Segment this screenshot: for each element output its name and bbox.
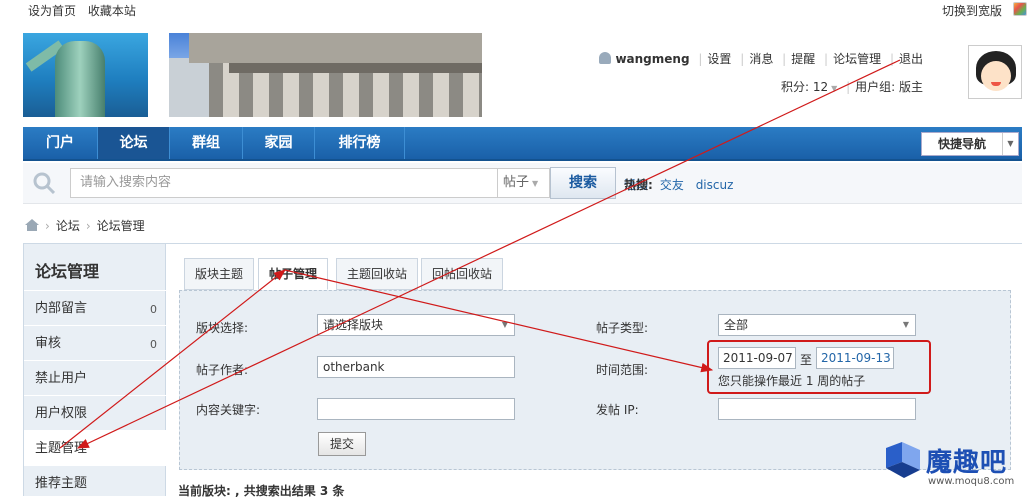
banner-liberty-image [23, 33, 148, 117]
logout-link[interactable]: 退出 [899, 52, 923, 66]
sidebar-item-review[interactable]: 审核 0 [24, 325, 166, 360]
tab-reply-recycle[interactable]: 回帖回收站 [421, 258, 504, 290]
sidebar-item-internal-messages[interactable]: 内部留言 0 [24, 290, 166, 325]
time-range-label: 时间范围: [596, 363, 649, 377]
top-bar: 设为首页 收藏本站 切换到宽版 [0, 0, 1033, 22]
switch-width-link[interactable]: 切换到宽版 [942, 4, 1002, 18]
quick-nav-button[interactable]: 快捷导航 ▼ [921, 132, 1019, 156]
nav-home[interactable]: 家园 [243, 127, 315, 159]
user-info: wangmeng | 设置 | 消息 | 提醒 | 论坛管理 | 退出 积分: 12 ▼ |… [599, 50, 923, 94]
settings-link[interactable]: 设置 [707, 52, 731, 66]
hot-search-label: 热搜: [624, 178, 653, 192]
nav-portal[interactable]: 门户 [23, 127, 98, 159]
search-type-select[interactable]: 帖子 ▼ [498, 168, 550, 198]
watermark-text: 魔趣吧 [926, 448, 1008, 478]
home-icon[interactable] [25, 219, 39, 231]
user-icon [599, 52, 612, 64]
admin-sidebar: 论坛管理 内部留言 0 审核 0 禁止用户 用户权限 主题管理 推荐主题 [23, 243, 166, 496]
post-type-label: 帖子类型: [596, 321, 649, 335]
cube-logo-icon [886, 442, 920, 478]
sidebar-item-user-permissions[interactable]: 用户权限 [24, 395, 166, 430]
search-type-value: 帖子 [503, 175, 530, 190]
hot-keyword[interactable]: 交友 [660, 178, 684, 192]
search-button[interactable]: 搜索 [550, 167, 616, 199]
tab-thread-recycle[interactable]: 主题回收站 [336, 258, 419, 290]
ip-label: 发帖 IP: [596, 403, 639, 417]
style-switch-icon[interactable] [1013, 2, 1027, 16]
ip-input[interactable] [718, 398, 916, 420]
quick-nav-label: 快捷导航 [937, 137, 986, 151]
forum-select[interactable]: 请选择版块 ▼ [317, 314, 515, 336]
user-group-label: 用户组: 版主 [855, 80, 923, 94]
messages-link[interactable]: 消息 [749, 52, 773, 66]
author-input[interactable]: otherbank [317, 356, 515, 378]
set-home-link[interactable]: 设为首页 [28, 4, 76, 18]
sidebar-item-thread-management[interactable]: 主题管理 [24, 430, 166, 465]
breadcrumb: › 论坛 › 论坛管理 [25, 217, 145, 234]
search-bar: 请输入搜索内容 帖子 ▼ 搜索 热搜: 活动 交友 discuz [23, 163, 1022, 204]
banner-building-image [169, 33, 482, 117]
bookmark-link[interactable]: 收藏本站 [88, 4, 136, 18]
result-summary: 当前版块: , 共搜索出结果 3 条 [178, 484, 345, 498]
breadcrumb-forum-admin[interactable]: 论坛管理 [97, 219, 145, 233]
sidebar-item-recommend-threads[interactable]: 推荐主题 [24, 465, 166, 500]
search-input[interactable]: 请输入搜索内容 [70, 168, 498, 198]
points-menu[interactable]: 积分: 12 [781, 80, 828, 94]
tab-forum-threads[interactable]: 版块主题 [184, 258, 255, 290]
forum-select-label: 版块选择: [196, 321, 249, 335]
chevron-down-icon: ▼ [1002, 133, 1018, 155]
post-type-select[interactable]: 全部 ▼ [718, 314, 916, 336]
notices-link[interactable]: 提醒 [791, 52, 815, 66]
tab-post-management[interactable]: 帖子管理 [258, 258, 329, 290]
username-link[interactable]: wangmeng [615, 52, 689, 66]
hot-search: 热搜: 活动 交友 discuz [624, 176, 741, 193]
keyword-label: 内容关键字: [196, 403, 261, 417]
annotation-highlight-box [707, 340, 931, 394]
sidebar-item-ban-user[interactable]: 禁止用户 [24, 360, 166, 395]
keyword-input[interactable] [317, 398, 515, 420]
watermark-logo: 魔趣吧 www.moqu8.com [880, 440, 1028, 492]
nav-forum[interactable]: 论坛 [98, 127, 170, 159]
chevron-down-icon: ▼ [831, 84, 838, 93]
nav-group[interactable]: 群组 [170, 127, 243, 159]
avatar[interactable] [968, 45, 1022, 99]
breadcrumb-forum[interactable]: 论坛 [56, 219, 80, 233]
author-label: 帖子作者: [196, 363, 249, 377]
sidebar-title: 论坛管理 [35, 262, 100, 281]
search-icon [33, 172, 55, 194]
hot-keyword[interactable]: discuz [696, 178, 734, 192]
watermark-url: www.moqu8.com [928, 476, 1015, 487]
nav-ranking[interactable]: 排行榜 [315, 127, 405, 159]
main-nav: 门户 论坛 群组 家园 排行榜 [23, 127, 1022, 161]
forum-admin-link[interactable]: 论坛管理 [833, 52, 881, 66]
submit-button[interactable]: 提交 [318, 432, 366, 456]
